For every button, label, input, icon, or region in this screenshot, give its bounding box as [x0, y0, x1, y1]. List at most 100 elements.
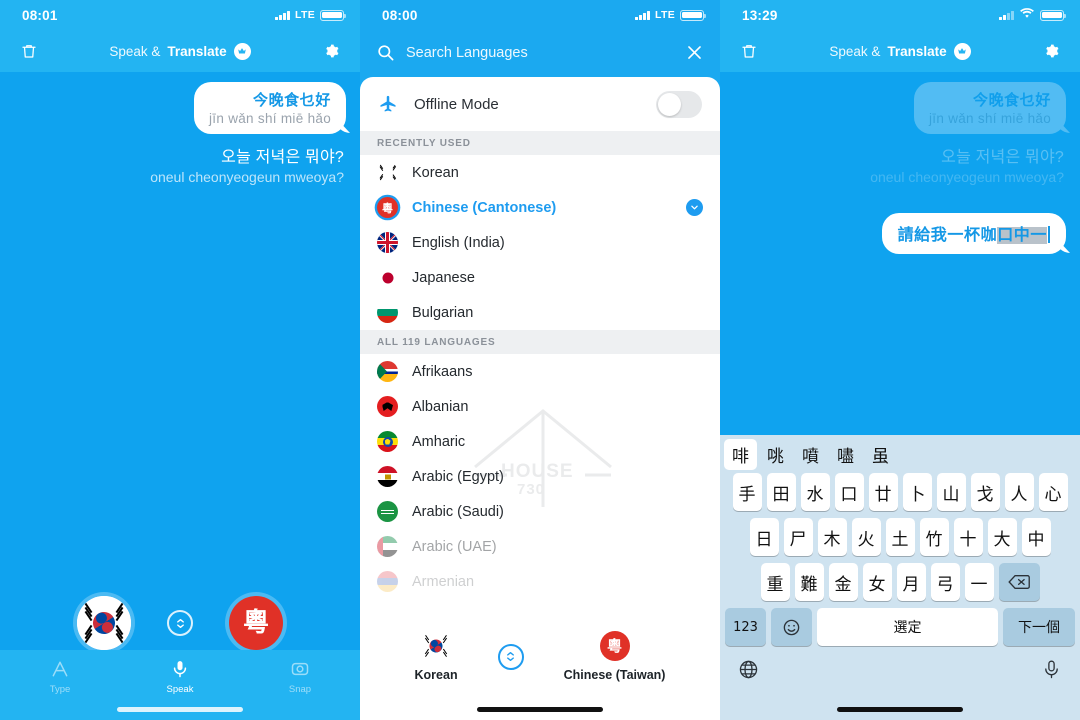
crown-icon[interactable] — [233, 42, 251, 60]
bottom-tab-bar: Type Speak Snap — [0, 650, 360, 720]
list-item[interactable]: Bulgarian — [360, 295, 720, 330]
list-item[interactable]: Amharic — [360, 424, 720, 459]
tab-speak-label: Speak — [166, 684, 194, 695]
emoji-icon[interactable] — [771, 608, 812, 646]
list-item-label: Japanese — [412, 269, 475, 286]
key[interactable]: 田 — [766, 473, 796, 511]
key[interactable]: 中 — [1021, 518, 1051, 556]
cangjie-keyboard: 啡 咷 噴 嚍 虽 手 田 水 口 廿 卜 山 戈 人 心 日 尸 木 火 土 … — [720, 435, 1080, 720]
numbers-key[interactable]: 123 — [725, 608, 766, 646]
status-bar: 08:00 LTE — [360, 0, 720, 30]
offline-mode-row[interactable]: Offline Mode — [360, 77, 720, 131]
globe-icon[interactable] — [738, 659, 759, 680]
chevron-down-icon[interactable] — [686, 199, 703, 216]
key[interactable]: 卜 — [902, 473, 932, 511]
crown-icon[interactable] — [953, 42, 971, 60]
key[interactable]: 大 — [987, 518, 1017, 556]
list-item-selected[interactable]: 粵 Chinese (Cantonese) — [360, 190, 720, 225]
key[interactable]: 難 — [794, 563, 824, 601]
list-item[interactable]: Armenian — [360, 564, 720, 599]
backspace-icon[interactable] — [998, 563, 1040, 601]
source-language-flag-kr-flag[interactable] — [421, 631, 452, 661]
key[interactable]: 日 — [749, 518, 779, 556]
key[interactable]: 月 — [896, 563, 926, 601]
candidate-0[interactable]: 啡 — [724, 438, 757, 470]
candidate-4[interactable]: 虽 — [864, 439, 897, 470]
target-language-flag-taiwan-flag[interactable]: 粵 — [599, 631, 630, 661]
message-translation[interactable]: 오늘 저녁은 뭐야? oneul cheonyeogeun mweoya? — [0, 134, 360, 185]
screenshot-stage: 08:01 LTE Speak & Translate 今晚食乜好 jīn wǎ… — [0, 0, 1080, 720]
tab-type-label: Type — [49, 684, 71, 695]
flag-uk — [377, 232, 398, 253]
key[interactable]: 弓 — [930, 563, 960, 601]
key[interactable]: 人 — [1004, 473, 1034, 511]
flag-et — [377, 431, 398, 452]
swap-languages-button[interactable] — [497, 643, 524, 670]
keyboard-row-3: 重 難 金 女 月 弓 一 — [720, 563, 1080, 601]
source-language-selector[interactable]: Korean — [415, 631, 458, 682]
home-indicator — [837, 707, 963, 712]
key[interactable]: 山 — [936, 473, 966, 511]
offline-mode-toggle[interactable] — [656, 90, 702, 118]
key[interactable]: 心 — [1038, 473, 1068, 511]
space-key[interactable]: 選定 — [817, 608, 998, 646]
next-key[interactable]: 下一個 — [1003, 608, 1075, 646]
flag-eg — [377, 466, 398, 487]
compose-bubble-wrap[interactable]: 請給我一杯咖口中一 — [720, 185, 1080, 254]
list-item[interactable]: Afrikaans — [360, 354, 720, 389]
list-item[interactable]: Albanian — [360, 389, 720, 424]
close-icon[interactable] — [685, 43, 704, 62]
key[interactable]: 十 — [953, 518, 983, 556]
list-item[interactable]: Arabic (Saudi) — [360, 494, 720, 529]
search-bar[interactable]: Search Languages — [360, 30, 720, 75]
list-item[interactable]: Japanese — [360, 260, 720, 295]
app-name-bold: Translate — [167, 43, 227, 59]
key[interactable]: 手 — [732, 473, 762, 511]
gear-icon[interactable] — [1040, 40, 1062, 62]
gear-icon[interactable] — [320, 40, 342, 62]
key[interactable]: 一 — [964, 563, 994, 601]
cantonese-glyph: 粵 — [607, 636, 623, 655]
tab-speak[interactable]: Speak — [140, 659, 220, 695]
list-item-label: Amharic — [412, 433, 466, 450]
key[interactable]: 火 — [851, 518, 881, 556]
key[interactable]: 重 — [760, 563, 790, 601]
key[interactable]: 土 — [885, 518, 915, 556]
conversation-area: 今晚食乜好 jīn wǎn shí miē hǎo 오늘 저녁은 뭐야? one… — [0, 72, 360, 185]
candidate-1[interactable]: 咷 — [759, 439, 792, 470]
key[interactable]: 廿 — [868, 473, 898, 511]
candidate-3[interactable]: 嚍 — [829, 439, 862, 470]
search-input[interactable]: Search Languages — [406, 45, 674, 61]
message-incoming[interactable]: 今晚食乜好 jīn wǎn shí miē hǎo — [0, 72, 360, 134]
flag-am — [377, 571, 398, 592]
tab-snap[interactable]: Snap — [260, 659, 340, 695]
list-item[interactable]: English (India) — [360, 225, 720, 260]
list-item[interactable]: Korean — [360, 155, 720, 190]
candidate-row: 啡 咷 噴 嚍 虽 — [720, 435, 1080, 473]
key[interactable]: 尸 — [783, 518, 813, 556]
key[interactable]: 口 — [834, 473, 864, 511]
candidate-2[interactable]: 噴 — [794, 439, 827, 470]
swap-languages-button[interactable] — [167, 610, 193, 636]
microphone-icon[interactable] — [1041, 659, 1062, 680]
source-language-flag-kr-flag[interactable] — [77, 596, 131, 650]
target-language-flag-cantonese-flag[interactable]: 粵 — [229, 596, 283, 650]
home-indicator — [117, 707, 243, 712]
key[interactable]: 女 — [862, 563, 892, 601]
tab-type[interactable]: Type — [20, 659, 100, 695]
battery-icon — [1040, 9, 1067, 21]
trash-icon[interactable] — [738, 40, 760, 62]
language-selector-bar: 粵 — [0, 596, 360, 650]
trash-icon[interactable] — [18, 40, 40, 62]
keyboard-footer — [720, 653, 1080, 680]
panel-speak-translate-home: 08:01 LTE Speak & Translate 今晚食乜好 jīn wǎ… — [0, 0, 360, 720]
key[interactable]: 竹 — [919, 518, 949, 556]
list-item[interactable]: Arabic (Egypt) — [360, 459, 720, 494]
key[interactable]: 金 — [828, 563, 858, 601]
key[interactable]: 戈 — [970, 473, 1000, 511]
list-item[interactable]: Arabic (UAE) — [360, 529, 720, 564]
key[interactable]: 水 — [800, 473, 830, 511]
compose-input-bubble[interactable]: 請給我一杯咖口中一 — [881, 213, 1066, 254]
key[interactable]: 木 — [817, 518, 847, 556]
target-language-selector[interactable]: 粵 Chinese (Taiwan) — [564, 631, 665, 682]
